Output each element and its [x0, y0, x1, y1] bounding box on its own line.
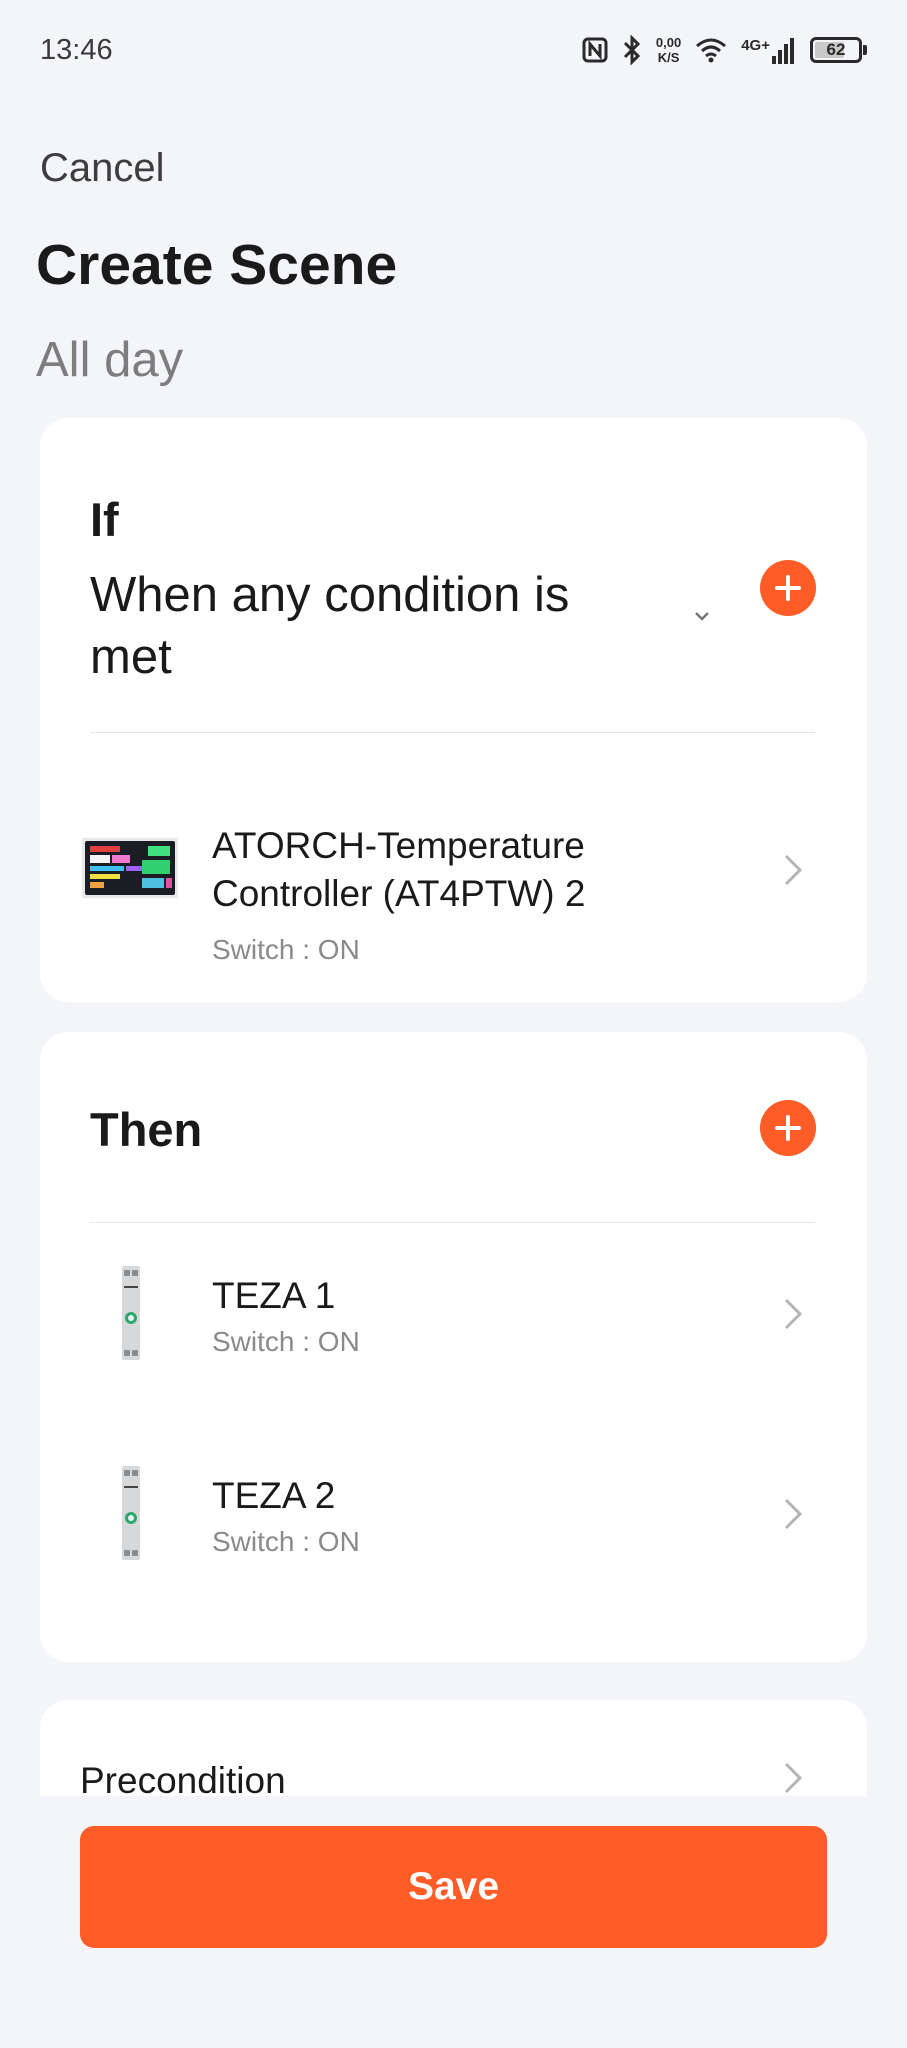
action-status: Switch : ON	[212, 1326, 360, 1357]
add-action-button[interactable]	[760, 1100, 816, 1156]
network-type: 4G+	[741, 37, 770, 54]
divider	[90, 1222, 815, 1223]
bottom-bar: Save	[0, 1796, 907, 2048]
chevron-down-icon[interactable]	[690, 604, 714, 628]
din-switch-thumbnail	[120, 1266, 142, 1360]
then-card: Then TEZA 1 Switch : ON TEZA 2 Switch: …	[40, 1032, 867, 1662]
if-card: If When any condition is met ATORCH-Temp…	[40, 418, 867, 1002]
divider	[90, 732, 815, 733]
nfc-icon	[582, 37, 608, 63]
status-icons: 0,00 K/S 4G+ 62	[582, 30, 867, 70]
chevron-right-icon	[784, 1762, 803, 1794]
chevron-right-icon	[784, 1498, 803, 1530]
condition-selector[interactable]: When any condition is met	[90, 564, 650, 688]
net-speed: 0,00 K/S	[656, 35, 681, 65]
chevron-right-icon	[784, 854, 803, 886]
action-title: TEZA 2	[212, 1475, 336, 1516]
condition-status: Switch : ON	[212, 934, 360, 965]
cancel-button[interactable]: Cancel	[40, 146, 165, 191]
action-row[interactable]: TEZA 2 Switch : ON	[40, 1452, 867, 1592]
battery-body: 62	[810, 37, 862, 63]
action-title: TEZA 1	[212, 1275, 336, 1316]
battery-tip	[863, 45, 867, 55]
if-label: If	[90, 493, 119, 546]
save-button[interactable]: Save	[80, 1826, 827, 1948]
page-title: Create Scene	[36, 233, 398, 297]
condition-row[interactable]: ATORCH-Temperature Controller (AT4PTW) 2…	[40, 776, 867, 965]
battery-percent: 62	[826, 40, 846, 59]
bluetooth-icon	[622, 35, 642, 65]
net-speed-value: 0,00	[655, 35, 682, 50]
din-switch-thumbnail	[120, 1466, 142, 1560]
chevron-right-icon	[784, 1298, 803, 1330]
signal-icon: 4G+	[741, 36, 796, 64]
schedule-subtitle[interactable]: All day	[36, 332, 183, 388]
action-status: Switch : ON	[212, 1526, 360, 1557]
plus-icon	[775, 1115, 801, 1141]
status-time: 13:46	[40, 34, 113, 66]
add-condition-button[interactable]	[760, 560, 816, 616]
condition-title: ATORCH-Temperature Controller (AT4PTW) 2	[212, 825, 586, 914]
temperature-controller-thumbnail	[82, 838, 178, 898]
status-bar: 13:46 0,00 K/S 4G+ 62	[0, 0, 907, 100]
wifi-icon	[695, 37, 727, 63]
plus-icon	[775, 575, 801, 601]
action-row[interactable]: TEZA 1 Switch : ON	[40, 1252, 867, 1392]
then-label: Then	[90, 1103, 203, 1156]
battery-icon: 62	[810, 37, 867, 63]
net-speed-unit: K/S	[657, 50, 680, 65]
